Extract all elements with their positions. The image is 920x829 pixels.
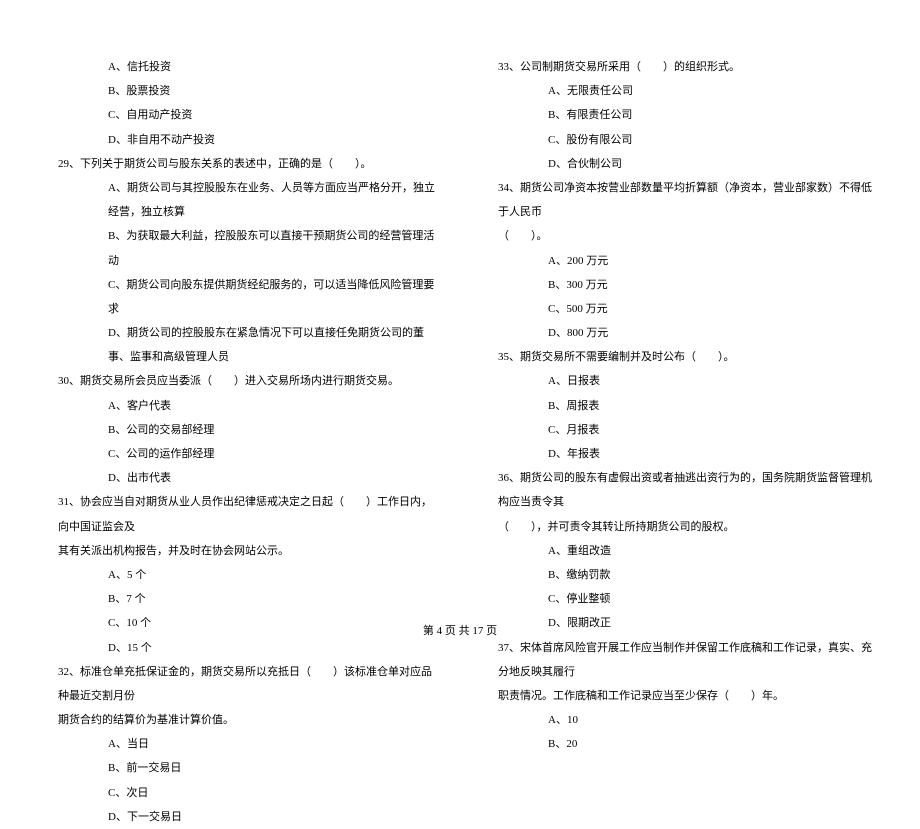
q33-option-d: D、合伙制公司 (480, 152, 880, 176)
q36-stem: 36、期货公司的股东有虚假出资或者抽逃出资行为的，国务院期货监督管理机构应当责令… (480, 466, 880, 514)
q34-option-a: A、200 万元 (480, 249, 880, 273)
q28-option-a: A、信托投资 (40, 55, 440, 79)
q36-option-a: A、重组改造 (480, 539, 880, 563)
q35-option-d: D、年报表 (480, 442, 880, 466)
q32-option-a: A、当日 (40, 732, 440, 756)
q36-option-c: C、停业整顿 (480, 587, 880, 611)
q30-option-a: A、客户代表 (40, 394, 440, 418)
q28-option-b: B、股票投资 (40, 79, 440, 103)
q28-option-c: C、自用动产投资 (40, 103, 440, 127)
q34-stem-cont: （ ）。 (480, 224, 880, 248)
q35-option-a: A、日报表 (480, 369, 880, 393)
q33-option-b: B、有限责任公司 (480, 103, 880, 127)
q33-option-c: C、股份有限公司 (480, 128, 880, 152)
q30-stem: 30、期货交易所会员应当委派（ ）进入交易所场内进行期货交易。 (40, 369, 440, 393)
q32-stem: 32、标准仓单充抵保证金的，期货交易所以充抵日（ ）该标准仓单对应品种最近交割月… (40, 660, 440, 708)
q33-stem: 33、公司制期货交易所采用（ ）的组织形式。 (480, 55, 880, 79)
q31-option-a: A、5 个 (40, 563, 440, 587)
q31-option-d: D、15 个 (40, 636, 440, 660)
q35-stem: 35、期货交易所不需要编制并及时公布（ ）。 (480, 345, 880, 369)
q34-option-b: B、300 万元 (480, 273, 880, 297)
q29-option-d: D、期货公司的控股股东在紧急情况下可以直接任免期货公司的董事、监事和高级管理人员 (40, 321, 440, 369)
q35-option-c: C、月报表 (480, 418, 880, 442)
q36-option-b: B、缴纳罚款 (480, 563, 880, 587)
q34-option-d: D、800 万元 (480, 321, 880, 345)
q35-option-b: B、周报表 (480, 394, 880, 418)
q33-option-a: A、无限责任公司 (480, 79, 880, 103)
q29-option-b: B、为获取最大利益，控股股东可以直接干预期货公司的经营管理活动 (40, 224, 440, 272)
left-column: A、信托投资 B、股票投资 C、自用动产投资 D、非自用不动产投资 29、下列关… (40, 55, 460, 620)
q37-option-b: B、20 (480, 732, 880, 756)
q32-option-c: C、次日 (40, 781, 440, 805)
q37-stem-cont: 职责情况。工作底稿和工作记录应当至少保存（ ）年。 (480, 684, 880, 708)
exam-page: A、信托投资 B、股票投资 C、自用动产投资 D、非自用不动产投资 29、下列关… (0, 0, 920, 650)
q31-stem: 31、协会应当自对期货从业人员作出纪律惩戒决定之日起（ ）工作日内，向中国证监会… (40, 490, 440, 538)
q37-stem: 37、宋体首席风险官开展工作应当制作并保留工作底稿和工作记录，真实、充分地反映其… (480, 636, 880, 684)
q32-option-d: D、下一交易日 (40, 805, 440, 829)
q34-stem: 34、期货公司净资本按营业部数量平均折算额（净资本，营业部家数）不得低于人民币 (480, 176, 880, 224)
q32-stem-cont: 期货合约的结算价为基准计算价值。 (40, 708, 440, 732)
q30-option-c: C、公司的运作部经理 (40, 442, 440, 466)
q32-option-b: B、前一交易日 (40, 756, 440, 780)
q31-option-b: B、7 个 (40, 587, 440, 611)
q37-option-a: A、10 (480, 708, 880, 732)
q30-option-d: D、出市代表 (40, 466, 440, 490)
q34-option-c: C、500 万元 (480, 297, 880, 321)
q29-option-c: C、期货公司向股东提供期货经纪服务的，可以适当降低风险管理要求 (40, 273, 440, 321)
right-column: 33、公司制期货交易所采用（ ）的组织形式。 A、无限责任公司 B、有限责任公司… (460, 55, 880, 620)
q36-stem-cont: （ ），并可责令其转让所持期货公司的股权。 (480, 515, 880, 539)
q30-option-b: B、公司的交易部经理 (40, 418, 440, 442)
q29-option-a: A、期货公司与其控股股东在业务、人员等方面应当严格分开，独立经营，独立核算 (40, 176, 440, 224)
q29-stem: 29、下列关于期货公司与股东关系的表述中，正确的是（ ）。 (40, 152, 440, 176)
q31-stem-cont: 其有关派出机构报告，并及时在协会网站公示。 (40, 539, 440, 563)
q28-option-d: D、非自用不动产投资 (40, 128, 440, 152)
page-footer: 第 4 页 共 17 页 (0, 622, 920, 638)
